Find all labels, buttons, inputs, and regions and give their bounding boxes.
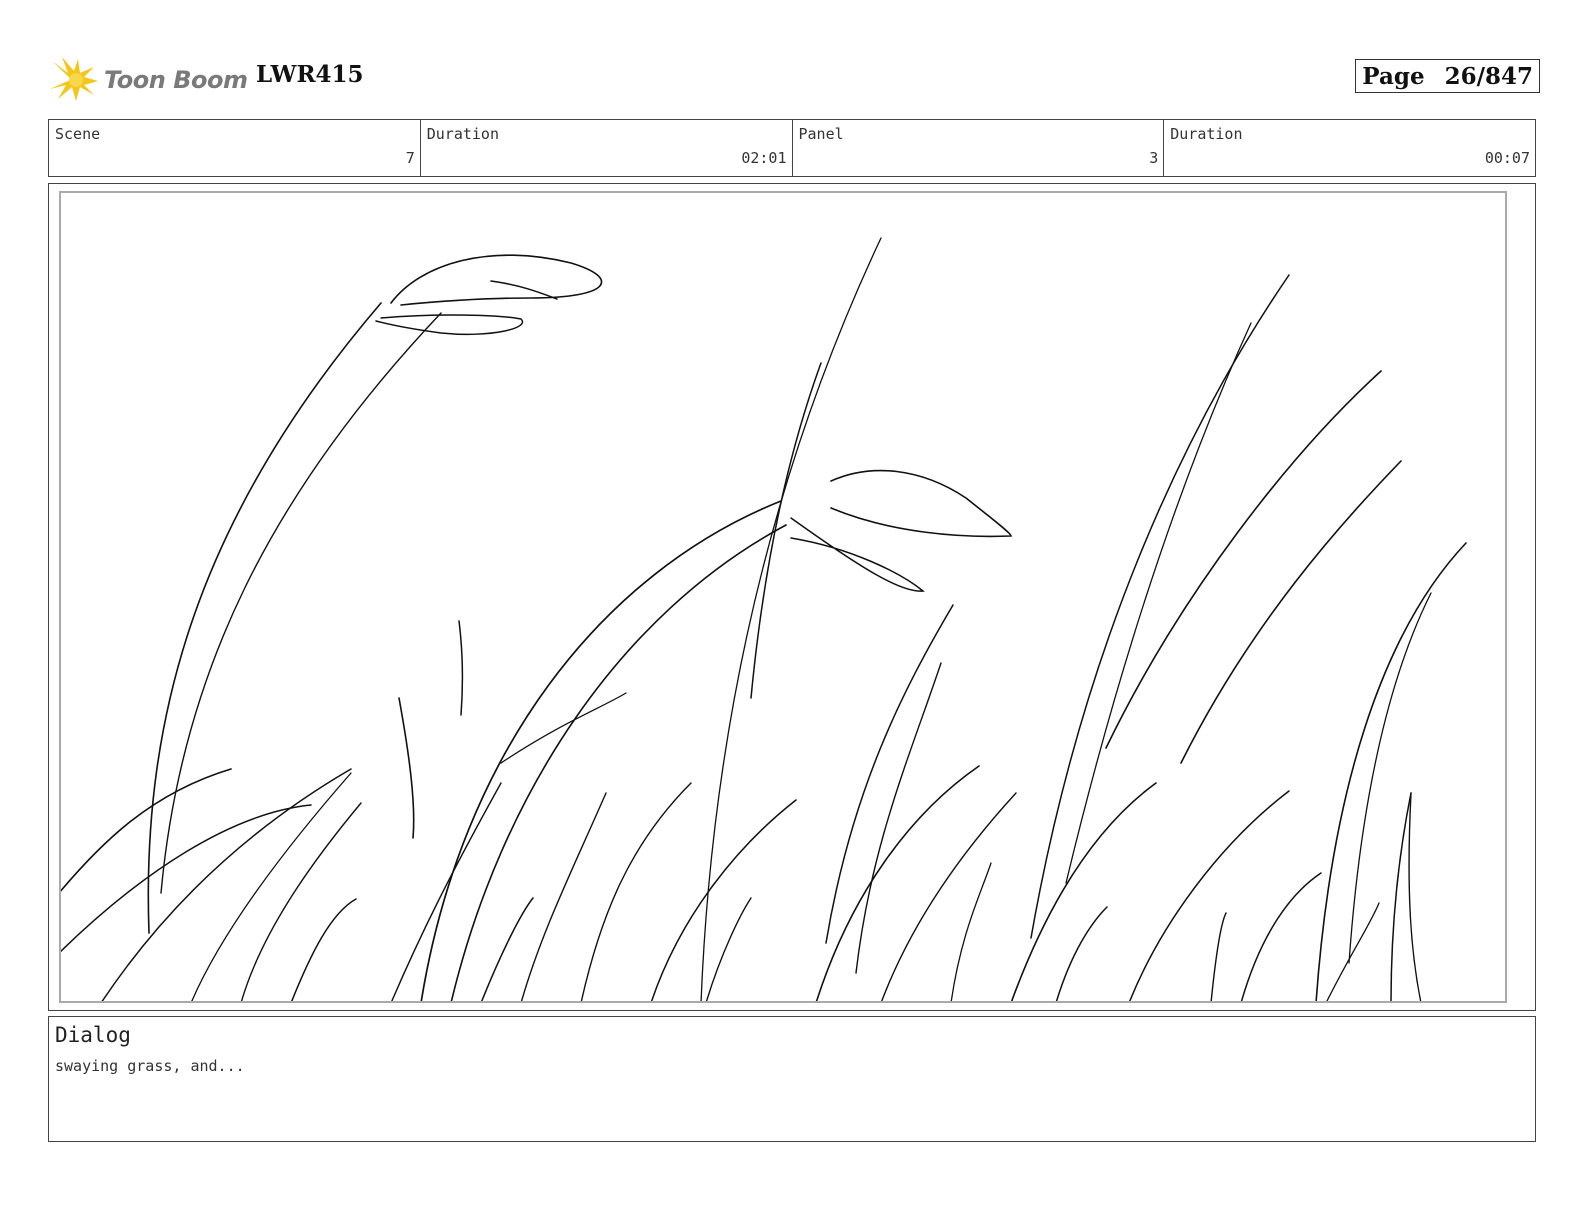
page-label: Page: [1362, 62, 1425, 90]
grass-sketch-icon: [61, 237, 1467, 1001]
dialog-box: Dialog swaying grass, and...: [48, 1016, 1536, 1142]
page-indicator: Page 26/847: [1355, 59, 1540, 93]
panel-cell: Panel 3: [793, 120, 1165, 176]
scene-value: 7: [405, 149, 415, 167]
toon-boom-logo: Toon Boom: [50, 55, 248, 105]
dialog-title: Dialog: [55, 1023, 131, 1047]
storyboard-panel-frame: [48, 183, 1536, 1011]
page-number: 26/847: [1444, 62, 1533, 90]
panel-duration-cell: Duration 00:07: [1164, 120, 1535, 176]
scene-duration-value: 02:01: [741, 149, 787, 167]
scene-duration-cell: Duration 02:01: [421, 120, 793, 176]
project-code: LWR415: [256, 61, 364, 88]
page-header: Toon Boom LWR415 Page 26/847: [50, 55, 1540, 105]
panel-info-row: Scene 7 Duration 02:01 Panel 3 Duration …: [48, 119, 1536, 177]
storyboard-panel-image: [59, 191, 1507, 1003]
dialog-text: swaying grass, and...: [55, 1057, 245, 1075]
starburst-logo-icon: [50, 57, 98, 101]
scene-duration-label: Duration: [426, 125, 499, 143]
logo-wordmark: Toon Boom: [104, 66, 248, 94]
panel-duration-value: 00:07: [1484, 149, 1530, 167]
panel-duration-label: Duration: [1170, 125, 1243, 143]
panel-value: 3: [1149, 149, 1159, 167]
scene-label: Scene: [55, 125, 101, 143]
panel-label: Panel: [798, 125, 844, 143]
scene-cell: Scene 7: [49, 120, 421, 176]
